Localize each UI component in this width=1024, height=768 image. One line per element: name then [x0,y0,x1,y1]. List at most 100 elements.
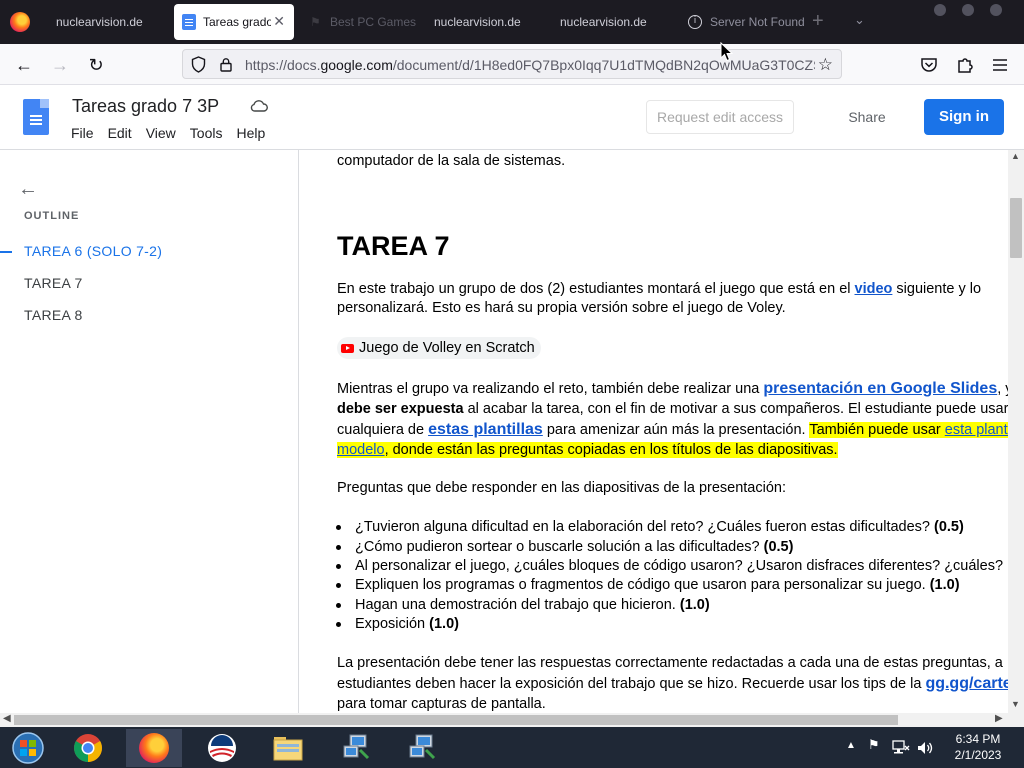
question-score: (0.5) [934,519,964,535]
firefox-logo-icon[interactable] [10,12,30,32]
list-item-text: Hagan una demostración del trabajo que h… [355,595,710,615]
start-button[interactable] [0,729,56,767]
tab-tareas-grado[interactable]: Tareas grado 7 3P ✕ [174,4,294,40]
bullet-dot [336,525,341,530]
scroll-right-arrow-icon[interactable]: ▶ [995,713,1003,724]
scroll-left-arrow-icon[interactable]: ◀ [3,713,11,724]
system-clock[interactable]: 6:34 PM 2/1/2023 [948,731,1008,763]
horizontal-scroll-thumb[interactable] [14,715,898,725]
text-run: Mientras el grupo va realizando el reto,… [337,381,764,397]
chip-label: Juego de Volley en Scratch [359,340,535,356]
list-item-text: Al personalizar el juego, ¿cuáles bloque… [355,556,1003,576]
window-minimize-button[interactable] [934,4,946,16]
share-button[interactable]: Share [818,100,916,134]
google-docs-logo-icon[interactable] [23,99,49,135]
taskbar-obama-app[interactable] [194,729,250,767]
tab-nuclearvision-2[interactable]: nuclearvision.de [422,4,548,40]
active-outline-marker [0,251,12,253]
cloud-saved-icon[interactable] [250,99,268,113]
text-run: En este trabajo un grupo de dos (2) estu… [337,281,855,297]
scroll-down-arrow-icon[interactable]: ▼ [1011,699,1020,709]
show-hidden-icons-chevron-icon[interactable]: ▲ [846,740,856,751]
sign-in-button[interactable]: Sign in [924,99,1004,135]
question-score: (1.0) [429,616,459,632]
clock-date: 2/1/2023 [954,748,1002,762]
template-model-link[interactable]: esta plantilla [944,422,1008,438]
outline-item-tarea-6[interactable]: TAREA 6 (SOLO 7-2) [24,243,162,259]
back-arrow-icon[interactable]: ← [11,52,37,78]
question-text: Exposición [355,616,430,632]
document-title[interactable]: Tareas grado 7 3P [72,96,219,117]
question-text: ¿Cómo pudieron sortear o buscarle soluci… [355,539,764,555]
close-outline-arrow-icon[interactable]: ← [18,178,38,201]
forward-arrow-icon[interactable]: → [47,52,73,78]
youtube-smart-chip[interactable]: Juego de Volley en Scratch [337,337,541,359]
bullet-dot [336,603,341,608]
hamburger-menu-icon[interactable] [989,54,1011,76]
lock-icon[interactable] [219,57,233,72]
paragraph-intro-line-1: En este trabajo un grupo de dos (2) estu… [337,279,981,299]
menu-tools[interactable]: Tools [190,125,223,141]
folder-icon [273,737,303,761]
video-link[interactable]: video [855,281,893,297]
extensions-puzzle-icon[interactable] [954,54,976,76]
gg-link[interactable]: gg.gg/carte [925,675,1008,692]
text-run: cualquiera de [337,422,429,438]
document-page[interactable]: computador de la sala de sistemas. TAREA… [300,150,1008,713]
google-slides-link[interactable]: presentación en Google Slides [763,380,997,397]
bookmark-star-icon[interactable]: ☆ [818,55,833,75]
menu-edit[interactable]: Edit [108,125,132,141]
outline-label: OUTLINE [24,210,80,222]
outline-item-tarea-8[interactable]: TAREA 8 [24,307,83,323]
tracking-protection-shield-icon[interactable] [191,56,206,73]
close-tab-icon[interactable]: ✕ [273,13,285,30]
volume-speaker-icon[interactable] [916,740,934,756]
window-close-button[interactable] [990,4,1002,16]
menu-view[interactable]: View [146,125,176,141]
vertical-scroll-thumb[interactable] [1010,198,1022,258]
url-bar[interactable]: https://docs.google.com/document/d/1H8ed… [182,49,842,79]
mouse-cursor-icon [720,42,734,62]
taskbar-network-app-2[interactable] [394,729,450,767]
network-status-icon[interactable] [892,740,910,756]
horizontal-scrollbar[interactable]: ◀ ▶ [0,713,1008,727]
tab-title: Server Not Found [710,15,805,29]
template-model-link-cont[interactable]: modelo [337,442,385,458]
text-run: siguiente y lo [892,281,982,297]
tab-nuclearvision-1[interactable]: nuclearvision.de [44,4,170,40]
url-domain: google.com [320,57,393,73]
taskbar-network-app-1[interactable] [328,729,384,767]
heading-tarea-7: TAREA 7 [337,231,450,261]
question-text: Expliquen los programas o fragmentos de … [355,577,930,593]
taskbar-file-explorer[interactable] [260,729,316,767]
docs-header: Tareas grado 7 3P File Edit View Tools H… [0,85,1024,150]
menu-file[interactable]: File [71,125,94,141]
tab-nuclearvision-3[interactable]: nuclearvision.de [548,4,674,40]
scroll-up-arrow-icon[interactable]: ▲ [1011,151,1020,161]
reload-icon[interactable]: ↻ [83,52,109,78]
vertical-scrollbar[interactable]: ▲ ▼ [1008,150,1024,713]
network-computer-icon [409,734,436,760]
url-prefix: https://docs. [245,57,321,73]
outline-item-tarea-7[interactable]: TAREA 7 [24,275,83,291]
pocket-icon[interactable] [918,54,940,76]
tab-title: nuclearvision.de [434,15,521,29]
page-favicon-icon: ⚑ [310,15,321,29]
text-run: al acabar la tarea, con el fin de motiva… [463,401,1008,417]
request-edit-access-button[interactable]: Request edit access [646,100,794,134]
window-maximize-button[interactable] [962,4,974,16]
action-center-flag-icon[interactable]: ⚑ [868,737,880,753]
paragraph-closing-line-3: para tomar capturas de pantalla. [337,696,546,712]
list-item-text: Expliquen los programas o fragmentos de … [355,575,960,595]
tab-best-pc-games[interactable]: ⚑ Best PC Games [298,4,424,40]
chrome-icon [74,734,102,762]
taskbar-firefox[interactable] [126,729,182,767]
paragraph-slides-line-2: debe ser expuesta al acabar la tarea, co… [337,399,1008,419]
bullet-dot [336,545,341,550]
taskbar-chrome[interactable] [60,729,116,767]
menu-help[interactable]: Help [236,125,265,141]
list-all-tabs-chevron-icon[interactable]: ⌄ [854,12,865,28]
templates-link[interactable]: estas plantillas [428,421,543,438]
new-tab-plus-icon[interactable]: + [812,10,824,33]
tab-server-not-found[interactable]: i Server Not Found [676,4,806,40]
